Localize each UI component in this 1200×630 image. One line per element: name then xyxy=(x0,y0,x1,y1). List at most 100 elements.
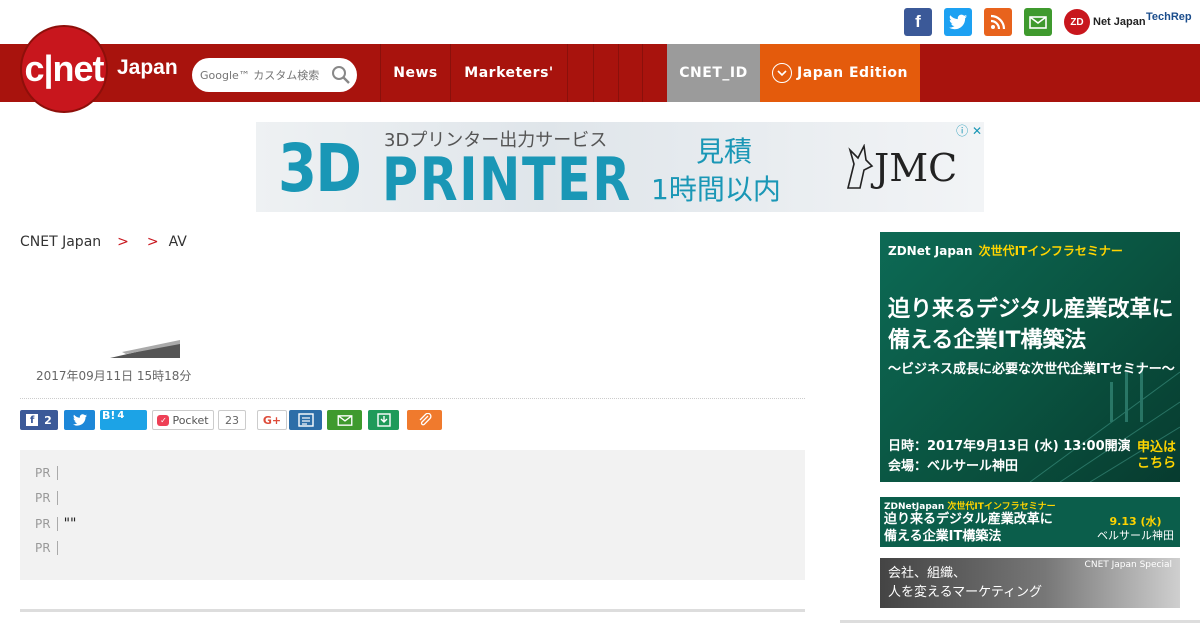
print-icon xyxy=(297,413,314,427)
ad-title-line: 人を変えるマーケティング xyxy=(888,585,1043,600)
banner-3d-text: 3D xyxy=(278,130,362,207)
nav-divider xyxy=(618,44,619,102)
print-button[interactable] xyxy=(289,410,322,430)
save-button[interactable] xyxy=(368,410,399,430)
wolf-logo-icon xyxy=(846,144,874,189)
google-plus-button[interactable]: G+ xyxy=(257,410,287,430)
techrepublic-link[interactable]: TechRep xyxy=(1146,11,1192,23)
hatena-bookmark-button[interactable]: B! 4 xyxy=(100,410,147,430)
pocket-button[interactable]: ✓ Pocket xyxy=(152,410,214,430)
search-input[interactable] xyxy=(200,68,332,82)
nav-item-label: Marketers' xyxy=(464,65,554,81)
ad-special-title: 会社、組織、 人を変えるマーケティング xyxy=(888,564,1042,602)
breadcrumb-separator-icon: > xyxy=(146,234,159,250)
mail-icon[interactable] xyxy=(1024,8,1052,36)
ad-apply-button[interactable]: 申込は こちら xyxy=(1137,440,1176,472)
ad-title-line: 備える企業IT構築法 xyxy=(888,328,1087,353)
ad-small-date: 9.13 (水) ベルサール神田 xyxy=(1097,515,1174,543)
rss-icon[interactable] xyxy=(984,8,1012,36)
edition-selector[interactable]: Japan Edition xyxy=(760,44,920,102)
hatena-count: 4 xyxy=(117,410,125,421)
ad-cta-line: こちら xyxy=(1136,456,1176,471)
cnet-logo-text: c|net xyxy=(24,48,104,89)
pocket-icon: ✓ xyxy=(157,414,170,426)
ad-seminar-subtitle: 〜ビジネス成長に必要な次世代企業ITセミナー〜 xyxy=(888,362,1175,377)
zdnet-japan-link[interactable]: ZD Net Japan xyxy=(1064,9,1146,35)
download-icon xyxy=(376,413,391,427)
cnet-logo[interactable]: c|net xyxy=(20,25,108,113)
ad-seminar-title: 迫り来るデジタル産業改革に 備える企業IT構築法 xyxy=(888,294,1178,356)
facebook-share-button[interactable]: f 2 xyxy=(20,410,58,430)
pr-link-item[interactable]: PR "" xyxy=(35,516,76,532)
hatena-icon: B! xyxy=(102,409,116,422)
nav-divider xyxy=(567,44,568,102)
ad-title-line: 迫り来るデジタル産業改革に xyxy=(884,512,1053,527)
pr-tag: PR xyxy=(35,466,58,480)
article-divider xyxy=(20,398,805,399)
breadcrumb-separator-icon: > xyxy=(117,234,129,250)
facebook-share-count: 2 xyxy=(44,413,52,427)
nav-divider xyxy=(593,44,594,102)
breadcrumb: CNET Japan > > AV xyxy=(20,234,187,250)
sidebar-ad-special[interactable]: CNET Japan Special 会社、組織、 人を変えるマーケティング xyxy=(880,558,1180,608)
techrep-label: TechRep xyxy=(1146,11,1192,23)
ad-date-line: 日時：2017年9月13日 (水) 13:00開演 xyxy=(888,439,1131,454)
top-social-bar: f ZD Net Japan TechRep xyxy=(0,0,1200,44)
breadcrumb-item-home[interactable]: CNET Japan xyxy=(20,234,101,250)
sidebar-divider xyxy=(840,620,1200,623)
pr-link-item[interactable]: PR xyxy=(35,466,64,480)
nav-item-marketers[interactable]: Marketers' xyxy=(450,44,567,102)
nav-divider xyxy=(642,44,643,102)
banner-quote-text: 見積 xyxy=(696,135,753,168)
article-thumbnail xyxy=(110,340,180,358)
envelope-icon xyxy=(337,414,352,426)
paperclip-icon xyxy=(419,413,432,426)
banner-time-text: 1時間以内 xyxy=(651,173,781,206)
pr-links-box: PR PR PR "" PR xyxy=(20,450,805,580)
rss-feed-icon xyxy=(990,14,1006,30)
ad-venue-line: 会場：ベルサール神田 xyxy=(888,459,1019,474)
ad-title-line: 迫り来るデジタル産業改革に xyxy=(888,297,1174,322)
ad-choices-icon[interactable]: ⓘ ✕ xyxy=(956,122,982,139)
email-share-button[interactable] xyxy=(327,410,362,430)
google-plus-icon: G+ xyxy=(262,413,282,427)
ad-tag-right: 次世代ITインフラセミナー xyxy=(978,244,1123,258)
ad-tag-left: ZDNet Japan xyxy=(888,244,973,258)
banner-printer-text: PRINTER xyxy=(382,145,632,212)
section-divider xyxy=(20,609,805,612)
clip-button[interactable] xyxy=(407,410,442,430)
ad-small-title: 迫り来るデジタル産業改革に 備える企業IT構築法 xyxy=(884,511,1053,545)
breadcrumb-item-av[interactable]: AV xyxy=(169,234,187,250)
chevron-down-icon xyxy=(772,63,793,83)
cnet-id-button[interactable]: CNET_ID xyxy=(667,44,760,102)
nav-item-news[interactable]: News xyxy=(380,44,450,102)
sidebar-ad-seminar[interactable]: ZDNet Japan 次世代ITインフラセミナー 迫り来るデジタル産業改革に 備… xyxy=(880,232,1180,482)
ad-title-line: 備える企業IT構築法 xyxy=(884,529,1002,544)
pr-tag: PR xyxy=(35,491,58,505)
tweet-button[interactable] xyxy=(64,410,95,430)
cnet-id-label: CNET_ID xyxy=(679,65,748,81)
zdnet-badge: ZD xyxy=(1064,9,1090,35)
pr-link-item[interactable]: PR xyxy=(35,541,64,555)
pr-tag: PR xyxy=(35,541,58,555)
ad-venue: ベルサール神田 xyxy=(1097,529,1174,542)
pr-link-text: "" xyxy=(63,516,77,532)
zdnet-label: Net Japan xyxy=(1093,16,1146,28)
search-box xyxy=(192,58,357,92)
facebook-glyph: f xyxy=(915,12,921,31)
main-nav-bar xyxy=(0,44,1200,102)
facebook-icon[interactable]: f xyxy=(904,8,932,36)
pr-link-item[interactable]: PR xyxy=(35,491,64,505)
facebook-icon: f xyxy=(26,414,39,426)
article-byline: 2017年09月11日 15時18分 xyxy=(20,367,191,384)
pocket-label: Pocket xyxy=(172,413,209,427)
twitter-bird-icon xyxy=(949,14,967,30)
pocket-count: 23 xyxy=(218,410,246,430)
search-icon[interactable] xyxy=(331,65,351,85)
twitter-icon[interactable] xyxy=(944,8,972,36)
top-banner-ad[interactable]: 3Dプリンター出力サービス 3D PRINTER 見積 1時間以内 JMC ⓘ … xyxy=(256,122,984,212)
nav-item-label: News xyxy=(393,65,438,81)
pr-tag: PR xyxy=(35,517,58,531)
sidebar-ad-seminar-small[interactable]: ZDNetJapan 次世代ITインフラセミナー 迫り来るデジタル産業改革に 備… xyxy=(880,497,1180,547)
ad-seminar-date: 日時：2017年9月13日 (水) 13:00開演 会場：ベルサール神田 xyxy=(888,437,1131,477)
